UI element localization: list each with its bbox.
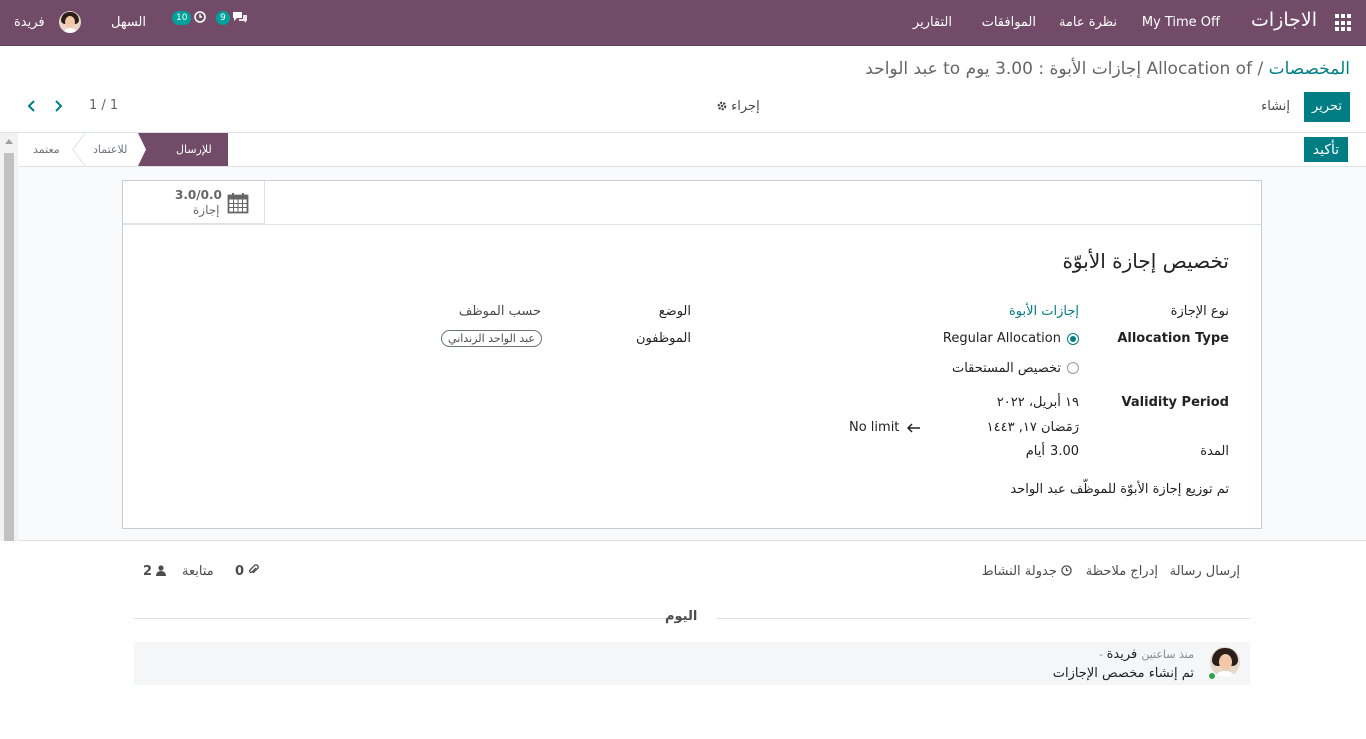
employees-label: الموظفون (636, 331, 691, 346)
company-switcher[interactable]: السهل (111, 15, 146, 30)
allocation-type-label: Allocation Type (1117, 331, 1229, 346)
breadcrumb-allocations-link[interactable]: المخصصات (1269, 59, 1350, 79)
time-off-smart-button[interactable]: 3.0/0.0 إجازة (123, 181, 265, 224)
clock-icon (193, 10, 206, 23)
log-note-button[interactable]: إدراج ملاحظة (1086, 564, 1158, 579)
activities-badge: 10 (172, 11, 192, 25)
paperclip-icon (249, 564, 259, 574)
leave-type-label: نوع الإجازة (1170, 304, 1229, 319)
statusbar: تأكيد للإرسال للاعتماد معتمد (18, 133, 1366, 167)
user-avatar (58, 11, 81, 33)
online-status-icon (1208, 672, 1216, 680)
edit-button[interactable]: تحرير (1304, 92, 1350, 122)
validity-start-field[interactable]: ١٩ أبريل، ٢٠٢٢ (997, 395, 1079, 410)
stage-approved[interactable]: معتمد (33, 133, 60, 166)
stage-draft[interactable]: للإرسال (158, 133, 228, 166)
app-title[interactable]: الاجازات (1251, 9, 1317, 31)
schedule-activity-button[interactable]: جدولة النشاط (982, 564, 1072, 579)
duration-value[interactable]: 3.00 (1050, 444, 1079, 459)
message-author[interactable]: فريدة (1107, 647, 1138, 662)
accrual-allocation-label[interactable]: تخصيص المستحقات (952, 361, 1061, 376)
stage-arrow-shape (138, 133, 158, 166)
user-name: فريدة (14, 14, 45, 30)
action-menu-button[interactable]: إجراء (717, 99, 760, 114)
scrollbar-thumb[interactable] (4, 153, 14, 573)
messages-systray[interactable]: 9 (216, 9, 248, 25)
user-icon (156, 565, 167, 576)
message-header: - منذ ساعتين فريدة (1093, 647, 1194, 662)
date-divider-right (717, 618, 1250, 619)
activities-systray[interactable]: 10 (172, 9, 206, 25)
messages-badge: 9 (216, 11, 230, 25)
menu-my-time-off[interactable]: My Time Off (1142, 15, 1220, 30)
chat-icon (232, 11, 247, 23)
apps-menu-icon[interactable] (1335, 14, 1353, 32)
duration-label: المدة (1200, 444, 1229, 459)
send-message-button[interactable]: إرسال رسالة (1170, 564, 1240, 579)
pager-value[interactable]: 1 / 1 (89, 98, 118, 113)
chatter-message: - منذ ساعتين فريدة تم إنشاء مخصص الإجازا… (134, 642, 1250, 685)
regular-allocation-label[interactable]: Regular Allocation (943, 331, 1061, 346)
smart-button-label: إجازة (193, 203, 220, 217)
chevron-left-icon[interactable] (25, 99, 37, 113)
stage-to-approve[interactable]: للاعتماد (93, 133, 127, 166)
breadcrumb-current: Allocation of إجازات الأبوة : 3.00 يوم t… (865, 59, 1253, 79)
top-navbar: الاجازات My Time Off نظرة عامة الموافقات… (0, 0, 1366, 46)
today-separator: اليوم (665, 609, 698, 624)
mode-label: الوضع (658, 304, 691, 319)
mode-field[interactable]: حسب الموظف (459, 304, 541, 319)
action-label: إجراء (731, 99, 760, 114)
validity-start-hijri: رَمَضان ١٧, ١٤٤٣ (986, 420, 1079, 435)
followers-button[interactable]: 2 (143, 564, 167, 579)
message-body: تم إنشاء مخصص الإجازات (1052, 666, 1194, 681)
gear-icon (717, 101, 727, 111)
button-box-divider (123, 224, 1261, 225)
attachments-button[interactable]: 0 (235, 564, 259, 579)
radio-accrual-allocation[interactable] (1067, 362, 1079, 374)
user-menu[interactable]: فريدة (14, 11, 81, 33)
breadcrumb-separator: / (1252, 59, 1269, 79)
schedule-activity-label: جدولة النشاط (981, 564, 1057, 579)
breadcrumb: المخصصات / Allocation of إجازات الأبوة :… (865, 59, 1350, 79)
validity-end-field[interactable]: No limit (849, 420, 899, 435)
followers-count: 2 (143, 564, 153, 579)
follow-button[interactable]: متابعة (182, 564, 214, 579)
date-divider-left (134, 618, 666, 619)
scroll-up-arrow-icon[interactable] (5, 139, 13, 144)
menu-approvals[interactable]: الموافقات (982, 15, 1036, 30)
menu-reports[interactable]: التقارير (913, 15, 952, 30)
radio-regular-allocation[interactable] (1067, 333, 1079, 345)
attachments-count: 0 (235, 564, 245, 579)
chatter: إرسال رسالة إدراج ملاحظة جدولة النشاط 0 … (0, 541, 1366, 739)
validity-period-label: Validity Period (1121, 395, 1229, 410)
duration-unit: أيام (1025, 444, 1045, 459)
control-panel: المخصصات / Allocation of إجازات الأبوة :… (0, 46, 1366, 133)
leave-type-field[interactable]: إجازات الأبوة (1009, 304, 1079, 319)
description-field[interactable]: تم توزيع إجازة الأبوّة للموظّف عبد الواح… (1010, 482, 1229, 497)
arrow-left-icon (907, 423, 920, 433)
create-button[interactable]: إنشاء (1261, 99, 1290, 114)
clock-icon (1061, 565, 1072, 576)
form-sheet: 3.0/0.0 إجازة تخصيص إجازة الأبوّة نوع ال… (122, 180, 1262, 529)
stage-separator-shape (72, 133, 86, 166)
confirm-button[interactable]: تأكيد (1304, 137, 1348, 162)
calendar-icon (227, 193, 249, 214)
menu-overview[interactable]: نظرة عامة (1059, 15, 1117, 30)
employee-tag[interactable]: عبد الواحد الزنداني (441, 330, 542, 347)
form-title[interactable]: تخصيص إجازة الأبوّة (1062, 249, 1229, 273)
smart-button-value: 3.0/0.0 (175, 188, 222, 202)
chevron-right-icon[interactable] (53, 99, 65, 113)
